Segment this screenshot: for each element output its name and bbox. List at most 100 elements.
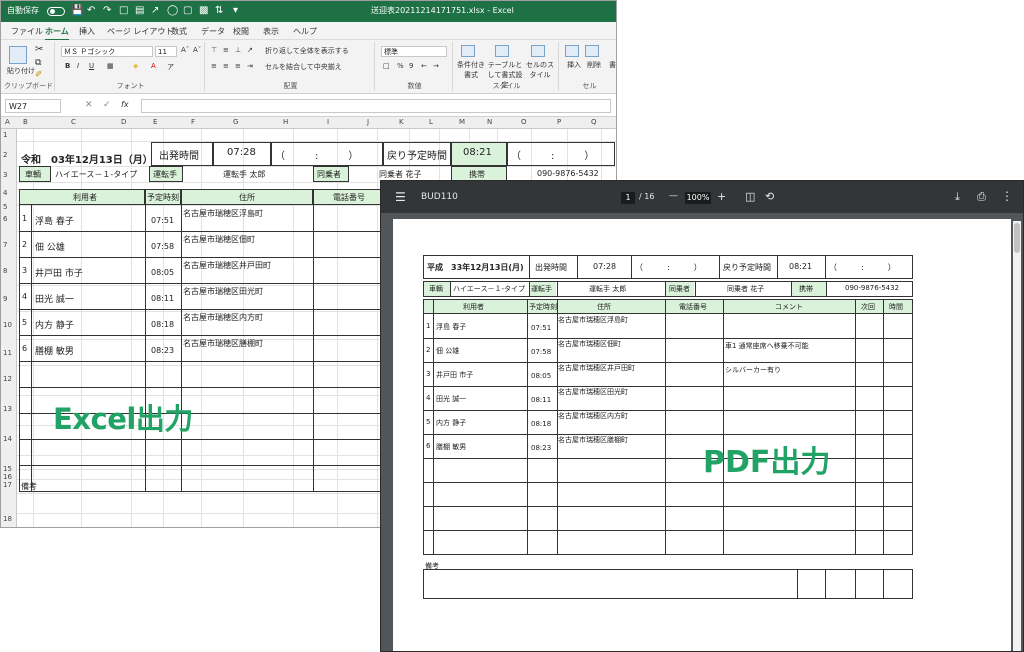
conditional-format-icon[interactable] bbox=[461, 45, 475, 57]
qat-more-icon[interactable]: ▾ bbox=[233, 5, 238, 16]
row-header[interactable]: 13 bbox=[3, 405, 12, 413]
open-icon[interactable]: ▤ bbox=[135, 5, 144, 16]
column-header[interactable]: J bbox=[367, 118, 369, 126]
merge-center-button[interactable]: セルを結合して中央揃え bbox=[265, 62, 342, 72]
column-header[interactable]: N bbox=[487, 118, 492, 126]
delete-cells-icon[interactable] bbox=[585, 45, 599, 57]
row-header[interactable]: 9 bbox=[3, 295, 7, 303]
column-header[interactable]: B bbox=[23, 118, 28, 126]
pdf-scroll-thumb[interactable] bbox=[1014, 223, 1020, 253]
cut-icon[interactable]: ✂ bbox=[35, 44, 43, 55]
fill-color-icon[interactable]: ◈ bbox=[133, 62, 138, 70]
tab-insert[interactable]: 挿入 bbox=[79, 26, 95, 37]
conditional-format-button[interactable]: 条件付き書式 bbox=[457, 60, 485, 80]
column-header[interactable]: D bbox=[121, 118, 126, 126]
shrink-font-icon[interactable]: Aˇ bbox=[193, 46, 201, 54]
download-icon[interactable]: ⤓ bbox=[955, 190, 960, 204]
row-header[interactable]: 4 bbox=[3, 189, 7, 197]
cell-style-button[interactable]: セルのスタイル bbox=[525, 60, 555, 80]
align-bottom-icon[interactable]: ⊥ bbox=[235, 46, 241, 54]
delete-cells-button[interactable]: 削除 bbox=[587, 60, 601, 70]
grow-font-icon[interactable]: Aˆ bbox=[181, 46, 189, 54]
pointer-icon[interactable]: ↗ bbox=[151, 5, 159, 16]
zoom-in-button[interactable]: + bbox=[717, 190, 726, 203]
column-header[interactable]: E bbox=[153, 118, 157, 126]
redo-icon[interactable]: ↷ bbox=[103, 5, 111, 16]
camera-icon[interactable]: ◯ bbox=[167, 5, 178, 16]
number-format-select[interactable]: 標準 bbox=[381, 46, 447, 57]
table-format-icon[interactable] bbox=[495, 45, 509, 57]
italic-icon[interactable]: I bbox=[77, 62, 79, 70]
row-header[interactable]: 12 bbox=[3, 375, 12, 383]
new-file-icon[interactable]: □ bbox=[119, 5, 128, 16]
tab-data[interactable]: データ bbox=[201, 26, 225, 37]
row-header[interactable]: 8 bbox=[3, 267, 7, 275]
menu-icon[interactable]: ☰ bbox=[395, 190, 406, 204]
column-header[interactable]: C bbox=[71, 118, 76, 126]
fit-page-icon[interactable]: ◫ bbox=[745, 190, 755, 203]
tab-formulas[interactable]: 数式 bbox=[171, 26, 187, 37]
row-header[interactable]: 7 bbox=[3, 241, 7, 249]
row-header[interactable]: 2 bbox=[3, 151, 7, 159]
font-color-icon[interactable]: A bbox=[151, 62, 156, 70]
row-header[interactable]: 11 bbox=[3, 349, 12, 357]
print-icon[interactable]: ⎙ bbox=[977, 190, 986, 204]
underline-icon[interactable]: U bbox=[89, 62, 94, 70]
insert-cells-icon[interactable] bbox=[565, 45, 579, 57]
zoom-out-button[interactable]: — bbox=[669, 191, 678, 201]
column-header[interactable]: M bbox=[459, 118, 465, 126]
row-header[interactable]: 10 bbox=[3, 321, 12, 329]
align-middle-icon[interactable]: ≡ bbox=[223, 46, 229, 54]
copy-icon[interactable]: ⧉ bbox=[35, 58, 41, 68]
font-name-select[interactable]: ＭＳ Ｐゴシック bbox=[61, 46, 153, 57]
column-header[interactable]: K bbox=[399, 118, 404, 126]
row-header[interactable]: 18 bbox=[3, 515, 12, 523]
decrease-decimal-icon[interactable]: → bbox=[433, 62, 439, 70]
align-center-icon[interactable]: ≡ bbox=[223, 62, 229, 70]
align-top-icon[interactable]: ⊤ bbox=[211, 46, 217, 54]
currency-icon[interactable]: □ bbox=[383, 62, 390, 70]
fx-icon[interactable]: fx bbox=[121, 100, 129, 109]
row-header[interactable]: 1 bbox=[3, 131, 7, 139]
page-number-input[interactable]: 1 bbox=[621, 192, 635, 204]
print-preview-icon[interactable]: ▢ bbox=[183, 5, 192, 16]
pdf-scrollbar[interactable] bbox=[1013, 221, 1021, 651]
file-icon[interactable]: ▩ bbox=[199, 5, 208, 16]
enter-icon[interactable]: ✓ bbox=[103, 100, 111, 110]
column-header[interactable]: G bbox=[233, 118, 238, 126]
column-header[interactable]: O bbox=[521, 118, 527, 126]
row-header[interactable]: 3 bbox=[3, 171, 7, 179]
paste-icon[interactable] bbox=[9, 46, 27, 64]
tab-file[interactable]: ファイル bbox=[11, 26, 43, 37]
tab-review[interactable]: 校閲 bbox=[233, 26, 249, 37]
align-left-icon[interactable]: ≡ bbox=[211, 62, 217, 70]
insert-cells-button[interactable]: 挿入 bbox=[567, 60, 581, 70]
format-cells-button[interactable]: 書 bbox=[609, 60, 616, 70]
formula-input[interactable] bbox=[141, 99, 611, 113]
zoom-level-input[interactable]: 100% bbox=[685, 192, 711, 204]
font-size-select[interactable]: 11 bbox=[155, 46, 177, 57]
rotate-icon[interactable]: ⟲ bbox=[765, 190, 774, 203]
orientation-icon[interactable]: ↗ bbox=[247, 46, 253, 54]
column-header[interactable]: H bbox=[283, 118, 288, 126]
column-header[interactable]: I bbox=[327, 118, 329, 126]
wrap-text-button[interactable]: 折り返して全体を表示する bbox=[265, 46, 349, 56]
row-header[interactable]: 16 bbox=[3, 473, 12, 481]
column-header[interactable]: A bbox=[5, 118, 10, 126]
column-header[interactable]: P bbox=[557, 118, 561, 126]
row-header[interactable]: 17 bbox=[3, 481, 12, 489]
more-options-icon[interactable]: ⋮ bbox=[1001, 189, 1013, 203]
align-right-icon[interactable]: ≡ bbox=[235, 62, 241, 70]
row-header[interactable]: 14 bbox=[3, 435, 12, 443]
tab-home[interactable]: ホーム bbox=[45, 26, 69, 41]
sort-icon[interactable]: ⇅ bbox=[215, 5, 223, 16]
comma-icon[interactable]: 9 bbox=[409, 62, 413, 70]
cancel-icon[interactable]: ✕ bbox=[85, 100, 93, 110]
paste-button[interactable]: 貼り付け bbox=[7, 66, 35, 76]
format-painter-icon[interactable]: ✐ bbox=[35, 70, 43, 80]
row-header[interactable]: 6 bbox=[3, 215, 7, 223]
row-header[interactable]: 5 bbox=[3, 203, 7, 211]
bold-icon[interactable]: B bbox=[65, 62, 70, 70]
name-box[interactable]: W27 bbox=[5, 99, 61, 113]
save-icon[interactable]: 💾 bbox=[71, 5, 83, 16]
